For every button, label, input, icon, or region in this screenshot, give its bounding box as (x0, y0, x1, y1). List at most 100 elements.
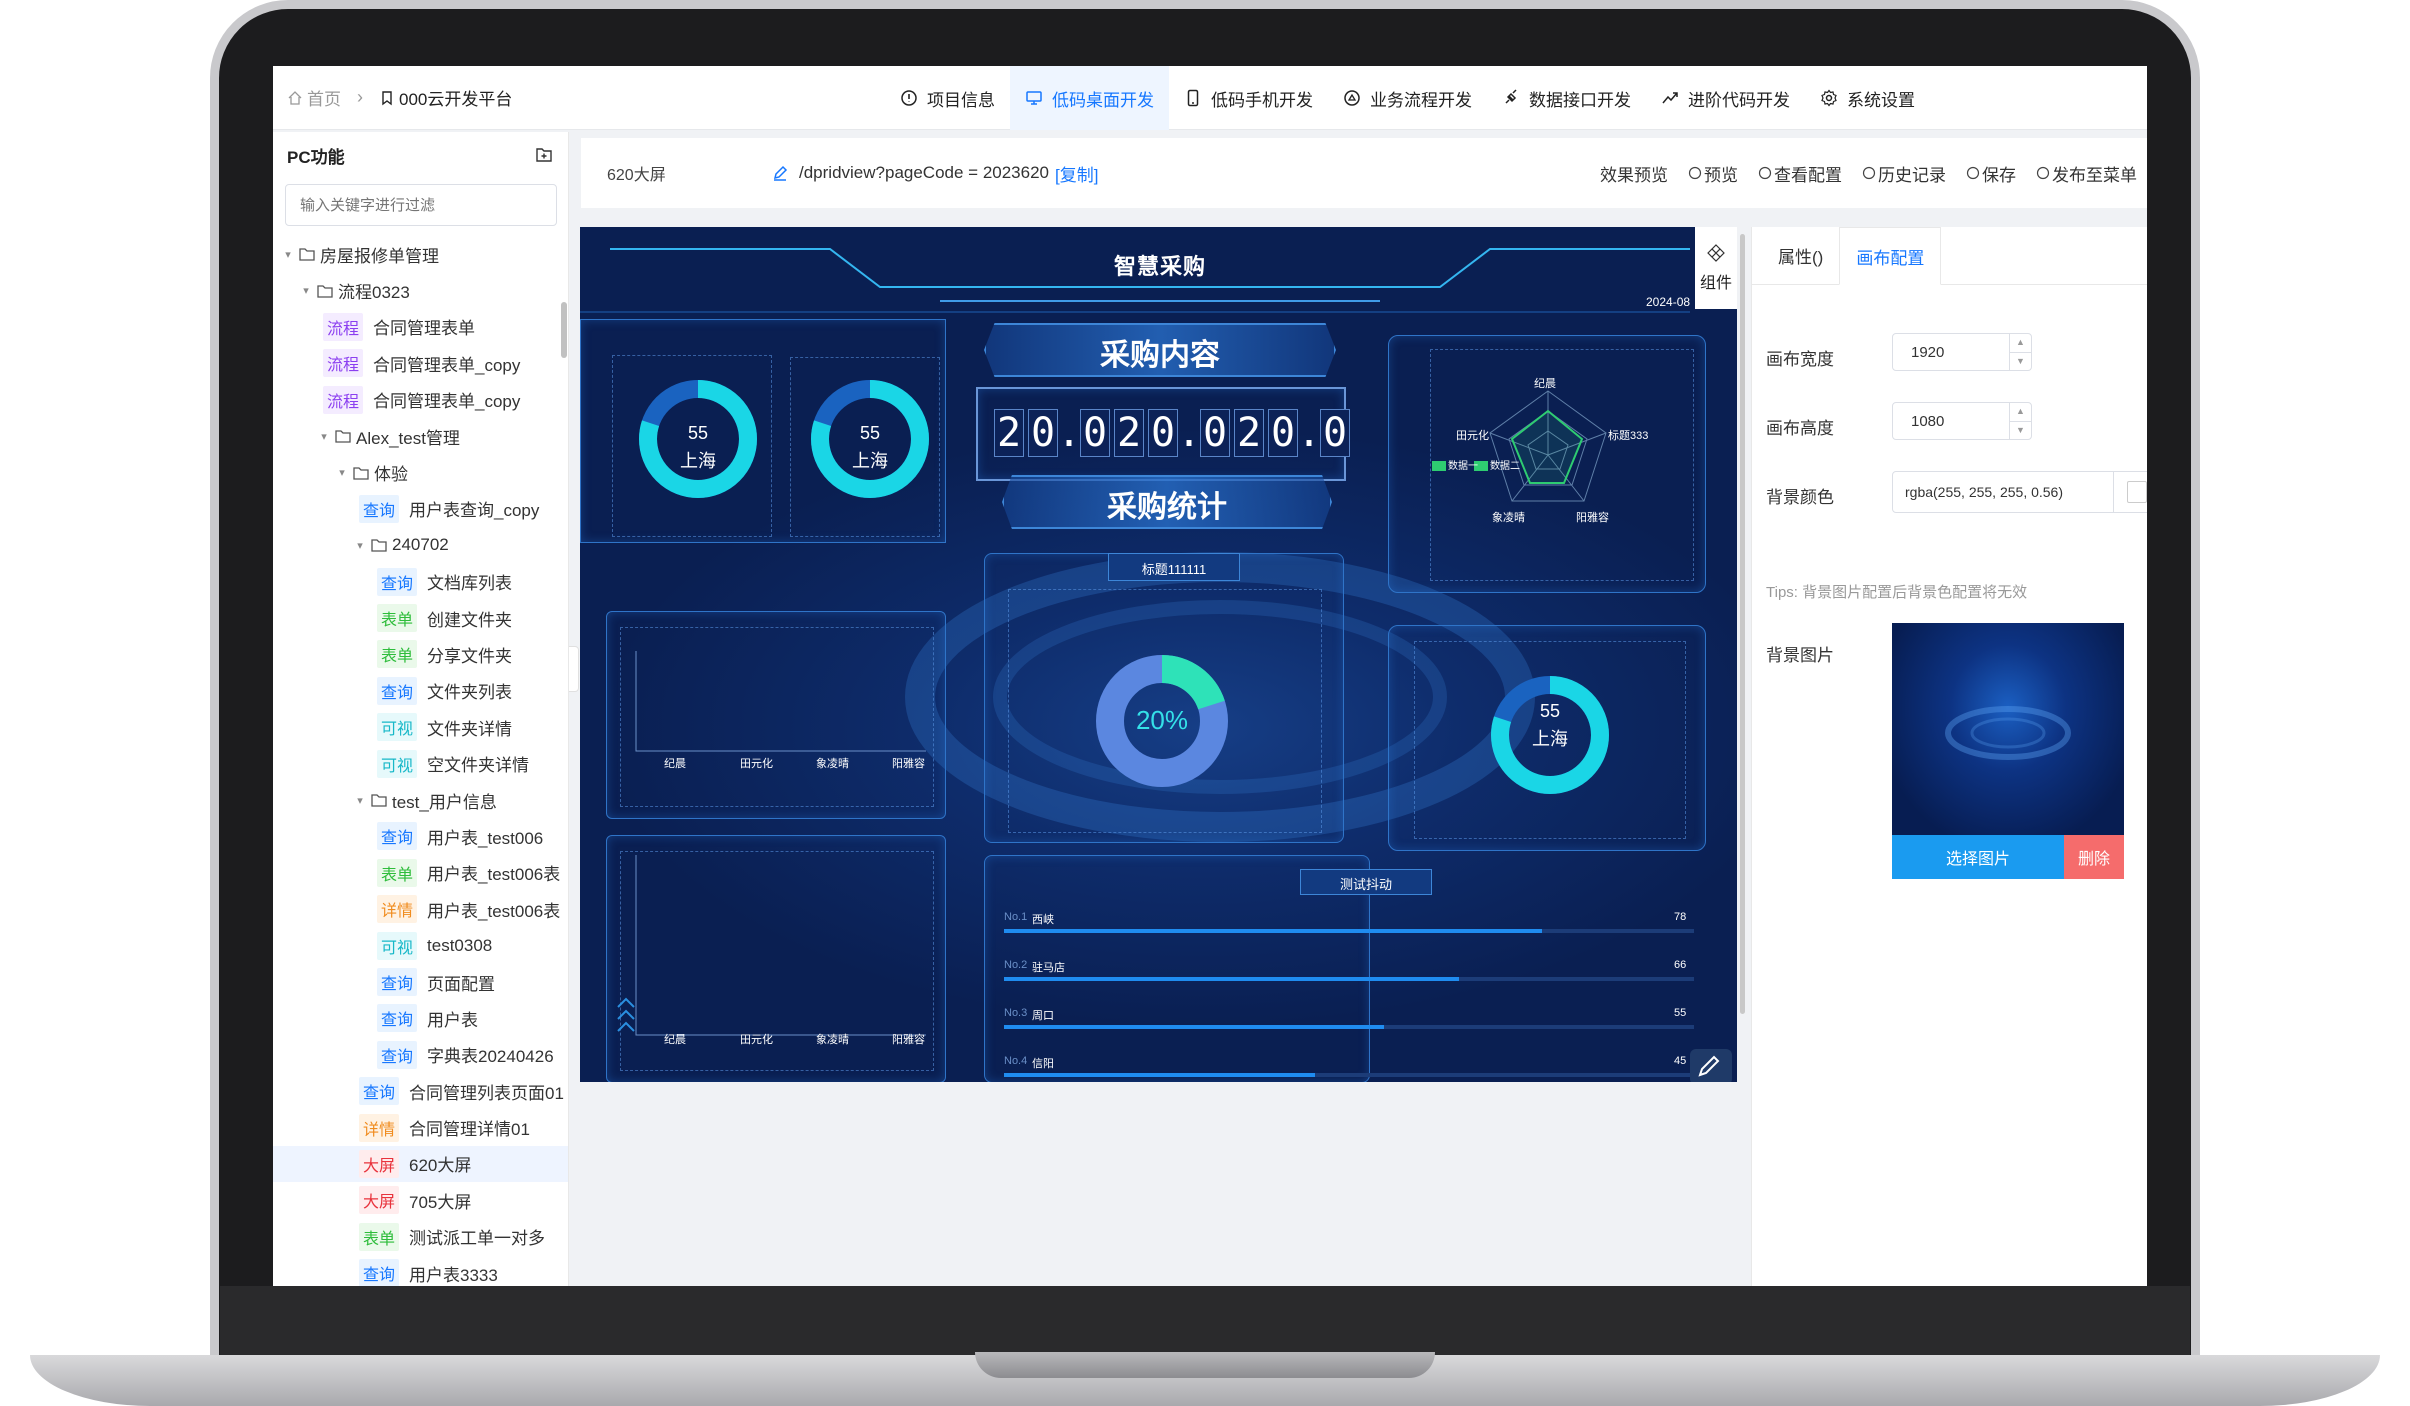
tree-label: 合同管理表单_copy (373, 355, 521, 375)
tree-item[interactable]: 大屏 705大屏 (273, 1182, 568, 1218)
action-0[interactable]: 效果预览 (1600, 161, 1668, 186)
caret-down-icon[interactable]: ▾ (353, 794, 367, 807)
edit-floating-button[interactable] (1690, 1049, 1732, 1082)
caret-down-icon[interactable]: ▾ (299, 284, 313, 297)
radar-label-left: 田元化 (1456, 430, 1489, 442)
tree-label: 空文件夹详情 (427, 756, 530, 776)
canvas-height-input[interactable]: 1080 ▲ ▼ (1892, 402, 2032, 440)
color-swatch[interactable] (2113, 472, 2147, 512)
digit-cell: 2 (1234, 409, 1264, 457)
action-3[interactable]: 历史记录 (1862, 161, 1946, 186)
tree-item[interactable]: 查询 合同管理列表页面01 (273, 1073, 568, 1109)
nav-item-label: 项目信息 (927, 90, 995, 110)
tree-item[interactable]: 查询 字典表20240426 (273, 1037, 568, 1073)
nav-item-6[interactable]: 系统设置 (1805, 66, 1930, 130)
home-icon (288, 90, 302, 105)
nav-item-5[interactable]: 进阶代码开发 (1646, 66, 1805, 130)
tree-item[interactable]: 查询 文档库列表 (273, 564, 568, 600)
radar-label-bottom-right: 阳雅容 (1576, 512, 1609, 524)
breadcrumb-project[interactable]: 000云开发平台 (399, 85, 512, 110)
bg-color-value: rgba(255, 255, 255, 0.56) (1905, 484, 2064, 500)
action-5[interactable]: 发布至菜单 (2036, 161, 2137, 186)
tree-item[interactable]: 查询 用户表 (273, 1000, 568, 1036)
chevron-down-icon[interactable]: ▼ (2010, 422, 2031, 440)
canvas-width-input[interactable]: 1920 ▲ ▼ (1892, 333, 2032, 371)
tree-item[interactable]: 查询 用户表查询_copy (273, 491, 568, 527)
action-1[interactable]: 预览 (1688, 161, 1738, 186)
copy-link[interactable]: [复制] (1055, 161, 1098, 186)
dashboard-date: 2024-08 (1646, 295, 1691, 309)
tab-properties[interactable]: 属性() (1762, 226, 1839, 284)
caret-down-icon[interactable]: ▾ (353, 539, 367, 552)
tab-canvas-config[interactable]: 画布配置 (1839, 227, 1942, 285)
caret-down-icon[interactable]: ▾ (317, 430, 331, 443)
nav-item-2[interactable]: 低码手机开发 (1169, 66, 1328, 130)
tree-folder[interactable]: ▾ 体验 (273, 454, 568, 490)
tree-item[interactable]: 流程 合同管理表单_copy (273, 382, 568, 418)
bookmark-icon (382, 90, 392, 105)
action-4[interactable]: 保存 (1966, 161, 2016, 186)
canvas-height-stepper[interactable]: ▲ ▼ (2009, 403, 2031, 439)
choose-image-button[interactable]: 选择图片 (1892, 835, 2064, 879)
tree-item[interactable]: 可视 空文件夹详情 (273, 745, 568, 781)
nav-item-0[interactable]: 项目信息 (885, 66, 1010, 130)
canvas-width-stepper[interactable]: ▲ ▼ (2009, 334, 2031, 370)
add-folder-icon[interactable] (534, 145, 554, 165)
tree-item[interactable]: 表单 创建文件夹 (273, 600, 568, 636)
tree-item[interactable]: 表单 用户表_test006表 (273, 855, 568, 891)
chevron-up-icon[interactable]: ▲ (2010, 403, 2031, 422)
tree-item-tag: 大屏 (359, 1149, 400, 1178)
tree-item[interactable]: 流程 合同管理表单_copy (273, 345, 568, 381)
tree-item[interactable]: 表单 分享文件夹 (273, 636, 568, 672)
tree-item[interactable]: 可视 文件夹详情 (273, 709, 568, 745)
caret-down-icon[interactable]: ▾ (335, 466, 349, 479)
canvas-scrollbar[interactable] (1740, 234, 1745, 1014)
sidebar-scrollbar[interactable] (561, 302, 567, 358)
tree-folder[interactable]: ▾ 流程0323 (273, 272, 568, 308)
tree-item[interactable]: 查询 用户表3333 (273, 1255, 568, 1286)
action-2[interactable]: 查看配置 (1758, 161, 1842, 186)
nav-item-4[interactable]: 数据接口开发 (1487, 66, 1646, 130)
tree-label: 620大屏 (409, 1156, 472, 1176)
desktop-icon (1026, 91, 1042, 105)
tree-folder[interactable]: ▾ Alex_test管理 (273, 418, 568, 454)
tree-item-tag: 查询 (377, 676, 418, 705)
caret-down-icon[interactable]: ▾ (281, 248, 295, 261)
tree-item[interactable]: 查询 页面配置 (273, 964, 568, 1000)
tree-item-tag: 表单 (377, 604, 418, 633)
tree-item[interactable]: 查询 文件夹列表 (273, 673, 568, 709)
components-button[interactable]: 组件 (1695, 227, 1737, 309)
bg-color-input[interactable]: rgba(255, 255, 255, 0.56) (1892, 471, 2147, 513)
sidebar-tree: ▾ 房屋报修单管理 ▾ 流程0323 流程 合同管理表单 流程 合同管理表单_copy 流程 合同… (273, 236, 568, 1286)
tree-item-tag: 表单 (377, 858, 418, 887)
tree-item-tag: 表单 (359, 1222, 400, 1251)
nav-item-3[interactable]: 业务流程开发 (1328, 66, 1487, 130)
tree-item[interactable]: 查询 用户表_test006 (273, 818, 568, 854)
tree-item[interactable]: 表单 测试派工单一对多 (273, 1219, 568, 1255)
edit-pen-icon[interactable] (771, 164, 789, 182)
tree-label: 流程0323 (338, 283, 410, 303)
breadcrumb-home[interactable]: 首页 (307, 85, 341, 110)
delete-image-button[interactable]: 删除 (2064, 835, 2124, 879)
purchase-content-title: 采购内容 (1100, 339, 1220, 372)
tree-item[interactable]: 详情 用户表_test006表 (273, 891, 568, 927)
tree-folder[interactable]: ▾ test_用户信息 (273, 782, 568, 818)
tree-item[interactable]: 流程 合同管理表单 (273, 309, 568, 345)
tree-item-tag: 查询 (377, 567, 418, 596)
tree-item[interactable]: 可视 test0308 (273, 927, 568, 963)
history-icon (1862, 166, 1876, 180)
sidebar-search-input[interactable] (285, 184, 557, 226)
tree-folder[interactable]: ▾ 240702 (273, 527, 568, 563)
dashboard-canvas[interactable]: 智慧采购 2024-08 55 上海 55 上海 纪晨 田元化 象凌晴 阳雅容 纪晨田 (580, 227, 1737, 1082)
action-label: 历史记录 (1878, 165, 1946, 185)
donut-right-label: 上海 (1532, 729, 1568, 749)
sidebar-collapse-handle[interactable] (569, 646, 579, 692)
tree-folder[interactable]: ▾ 房屋报修单管理 (273, 236, 568, 272)
radar-label-right: 标题333 (1608, 430, 1649, 442)
nav-item-1[interactable]: 低码桌面开发 (1010, 66, 1169, 130)
chevron-up-icon[interactable]: ▲ (2010, 334, 2031, 353)
tree-item[interactable]: 详情 合同管理详情01 (273, 1109, 568, 1145)
chevron-down-icon[interactable]: ▼ (2010, 353, 2031, 371)
rank-no: No.1 (1004, 911, 1028, 923)
tree-item[interactable]: 大屏 620大屏 (273, 1145, 568, 1183)
